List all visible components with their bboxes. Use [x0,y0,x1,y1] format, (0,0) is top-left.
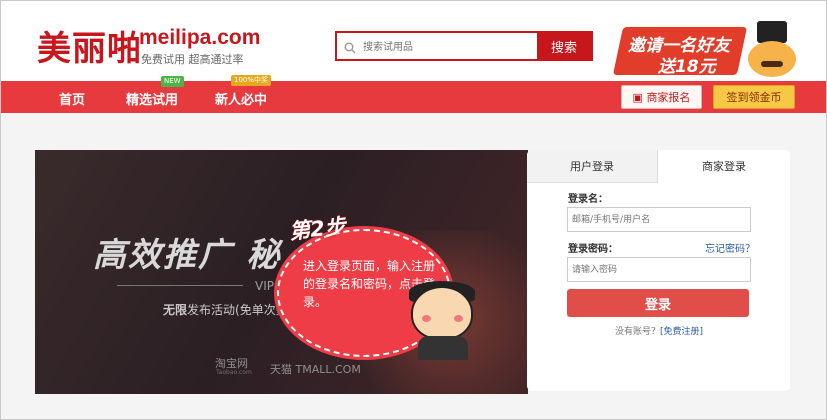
nav-new-badge: NEW [161,76,184,87]
nav-item-featured-trial[interactable]: 精选试用 [126,89,178,108]
password-input[interactable] [567,257,751,282]
cartoon-cheek-right [454,315,463,322]
no-account-text: 没有账号？ [615,327,661,337]
cartoon-body [418,336,468,360]
nav-item-newcomer[interactable]: 新人必中 [215,89,267,108]
nav-guaranteed-badge: 100%中奖 [231,75,272,86]
merchant-signup-label: 商家报名 [646,91,691,104]
register-prompt: 没有账号？[免费注册] [615,324,703,337]
brand-slogan: 免费试用 超高通过率 [141,53,244,66]
banner-divider [117,285,243,286]
cartoon-cheek-left [422,315,431,322]
step-title: 第2步 [288,214,347,244]
search-bar: 搜索 [335,31,593,61]
login-panel: 用户登录 商家登录 登录名： 登录密码： 忘记密码？ 登录 没有账号？[免费注册… [527,150,790,391]
banner-description: 无限发布活动(免单次数 [163,303,288,317]
mascot-face-icon [748,41,796,77]
username-input[interactable] [567,207,751,232]
brand-logo-en[interactable]: meilipa.com [139,26,260,50]
site-header: 美丽啪 meilipa.com 免费试用 超高通过率 搜索 邀请一名好友 送18… [1,1,826,81]
promo-line2: 送18元 [658,57,716,77]
username-label: 登录名： [568,194,608,205]
mascot-mustache-icon [761,61,783,67]
brand-logo-cn[interactable]: 美丽啪 [37,21,142,70]
forgot-password-link[interactable]: 忘记密码？ [705,240,755,255]
mascot-hat-icon [757,21,787,43]
taobao-logo-en: Taobao.com [216,369,252,376]
search-button[interactable]: 搜索 [537,33,591,59]
merchant-signup-button[interactable]: ▣ 商家报名 [621,85,702,109]
tmall-logo: 天猫 TMALL.COM [270,363,361,376]
password-label: 登录密码： [568,244,618,255]
nav-item-home[interactable]: 首页 [59,89,85,108]
tab-user-login[interactable]: 用户登录 [527,150,658,183]
main-nav: 首页 精选试用 NEW 新人必中 100%中奖 ▣ 商家报名 签到领金币 [1,75,826,113]
invite-friend-promo[interactable]: 邀请一名好友 送18元 [612,19,808,81]
shop-icon: ▣ [632,91,647,104]
page: 美丽啪 meilipa.com 免费试用 超高通过率 搜索 邀请一名好友 送18… [0,0,827,420]
signin-coins-button[interactable]: 签到领金币 [713,85,795,109]
search-input[interactable] [361,33,541,61]
cartoon-character-icon [411,286,473,340]
login-submit-button[interactable]: 登录 [567,289,749,317]
search-icon [344,39,356,54]
tab-merchant-login[interactable]: 商家登录 [658,150,790,183]
register-link[interactable]: [免费注册] [660,327,703,337]
